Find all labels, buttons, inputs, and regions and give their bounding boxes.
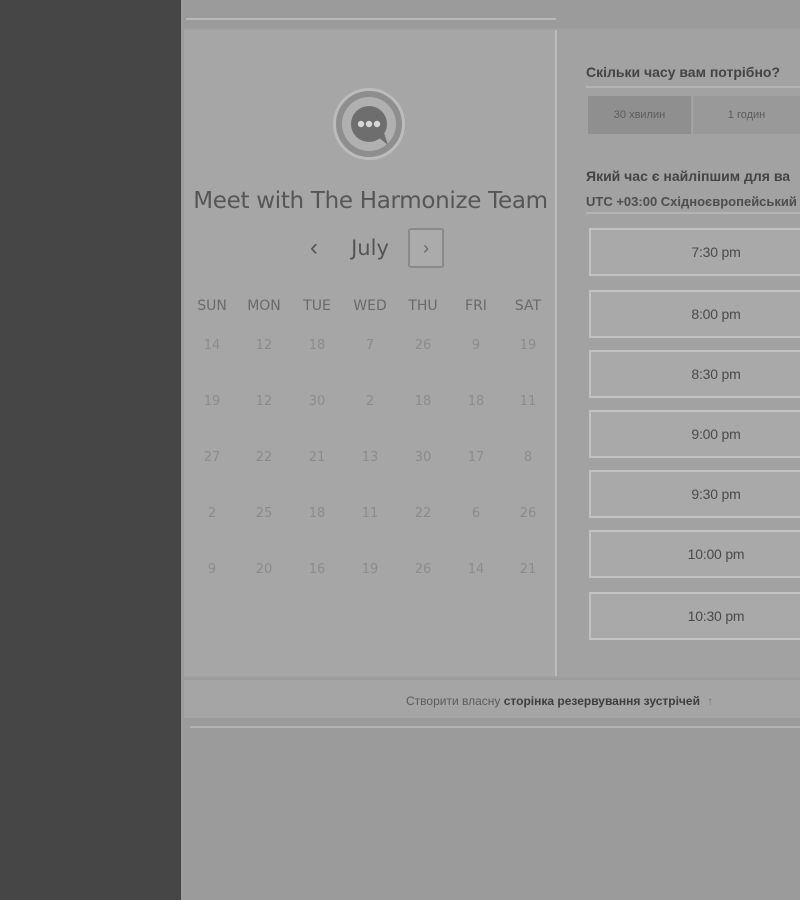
calendar-day: 19 bbox=[519, 338, 537, 353]
duration-toggle: 30 хвилин 1 годин bbox=[588, 96, 800, 134]
footer-bar: Створити власну сторінка резервування зу… bbox=[184, 680, 800, 718]
external-arrow-icon: ↑ bbox=[707, 694, 714, 708]
calendar-title: Meet with The Harmonize Team bbox=[193, 188, 548, 214]
weekday-tue: TUE bbox=[303, 298, 331, 314]
time-slot-button[interactable]: 9:30 pm bbox=[589, 470, 800, 518]
weekday-thu: THU bbox=[408, 298, 438, 314]
chevron-right-icon: › bbox=[423, 237, 429, 258]
duration-option-30min[interactable]: 30 хвилин bbox=[588, 96, 693, 134]
footer-divider bbox=[190, 726, 800, 728]
month-navigation: ‹ July › bbox=[184, 228, 557, 272]
calendar-day: 20 bbox=[255, 562, 273, 577]
weekday-wed: WED bbox=[353, 298, 387, 314]
calendar-day: 14 bbox=[203, 338, 221, 353]
footer-text: Створити власну сторінка резервування зу… bbox=[406, 694, 713, 708]
calendar-day: 12 bbox=[255, 338, 273, 353]
calendar-day: 25 bbox=[255, 506, 273, 521]
calendar-day: 18 bbox=[308, 506, 326, 521]
chat-bubble-logo-icon bbox=[342, 97, 396, 151]
weekday-fri: FRI bbox=[465, 298, 487, 314]
calendar-day: 18 bbox=[467, 394, 485, 409]
calendar-day: 12 bbox=[255, 394, 273, 409]
calendar-day: 13 bbox=[361, 450, 379, 465]
calendar-day: 22 bbox=[414, 506, 432, 521]
calendar-day: 21 bbox=[519, 562, 537, 577]
calendar-day: 17 bbox=[467, 450, 485, 465]
time-slot-label: 8:30 pm bbox=[691, 366, 741, 382]
calendar-day: 18 bbox=[308, 338, 326, 353]
month-label: July bbox=[351, 236, 389, 260]
time-slot-button[interactable]: 7:30 pm bbox=[589, 228, 800, 276]
calendar-day: 9 bbox=[471, 338, 481, 353]
calendar-day: 8 bbox=[523, 450, 533, 465]
chevron-left-icon: ‹ bbox=[310, 234, 318, 261]
time-slot-button[interactable]: 10:00 pm bbox=[589, 530, 800, 578]
next-month-button[interactable]: › bbox=[408, 228, 444, 268]
calendar-day: 26 bbox=[519, 506, 537, 521]
weekday-header-row: SUN MON TUE WED THU FRI SAT bbox=[184, 298, 557, 318]
calendar-day: 9 bbox=[207, 562, 217, 577]
time-slot-button[interactable]: 8:30 pm bbox=[589, 350, 800, 398]
top-divider bbox=[186, 18, 556, 20]
time-slot-label: 10:00 pm bbox=[687, 546, 745, 562]
time-question: Який час є найліпшим для ва bbox=[586, 168, 791, 184]
time-slot-label: 8:00 pm bbox=[691, 306, 741, 322]
time-slot-label: 7:30 pm bbox=[691, 244, 741, 260]
calendar-day: 6 bbox=[471, 506, 481, 521]
calendar-panel: Meet with The Harmonize Team ‹ July › SU… bbox=[184, 30, 557, 676]
calendar-day: 21 bbox=[308, 450, 326, 465]
calendar-day: 19 bbox=[361, 562, 379, 577]
create-booking-page-link[interactable]: сторінка резервування зустрічей bbox=[504, 694, 700, 708]
calendar-day: 16 bbox=[308, 562, 326, 577]
weekday-sun: SUN bbox=[197, 298, 227, 314]
calendar-day: 11 bbox=[519, 394, 537, 409]
duration-underline bbox=[586, 86, 800, 88]
booking-panel: Скільки часу вам потрібно? 30 хвилин 1 г… bbox=[559, 30, 800, 676]
time-slot-label: 9:00 pm bbox=[691, 426, 741, 442]
weekday-mon: MON bbox=[247, 298, 281, 314]
time-slot-label: 10:30 pm bbox=[687, 608, 745, 624]
calendar-day: 18 bbox=[414, 394, 432, 409]
left-dark-strip bbox=[0, 0, 181, 900]
previous-month-button[interactable]: ‹ bbox=[302, 234, 326, 261]
calendar-day: 30 bbox=[414, 450, 432, 465]
duration-option-1h[interactable]: 1 годин bbox=[693, 96, 800, 134]
team-logo bbox=[333, 88, 405, 160]
time-slot-button[interactable]: 8:00 pm bbox=[589, 290, 800, 338]
calendar-day: 11 bbox=[361, 506, 379, 521]
footer-prefix: Створити власну bbox=[406, 694, 501, 708]
time-slot-button[interactable]: 10:30 pm bbox=[589, 592, 800, 640]
duration-question: Скільки часу вам потрібно? bbox=[586, 64, 781, 80]
calendar-day: 7 bbox=[365, 338, 375, 353]
calendar-day: 26 bbox=[414, 338, 432, 353]
calendar-day: 2 bbox=[365, 394, 375, 409]
timezone-underline bbox=[586, 212, 800, 214]
calendar-day: 27 bbox=[203, 450, 221, 465]
time-slot-label: 9:30 pm bbox=[691, 486, 741, 502]
calendar-day: 2 bbox=[207, 506, 217, 521]
calendar-day: 14 bbox=[467, 562, 485, 577]
time-slot-button[interactable]: 9:00 pm bbox=[589, 410, 800, 458]
calendar-day: 26 bbox=[414, 562, 432, 577]
weekday-sat: SAT bbox=[514, 298, 542, 314]
calendar-day: 19 bbox=[203, 394, 221, 409]
calendar-day: 30 bbox=[308, 394, 326, 409]
timezone-label[interactable]: UTC +03:00 Східноєвропейський bbox=[586, 194, 797, 209]
calendar-day: 22 bbox=[255, 450, 273, 465]
